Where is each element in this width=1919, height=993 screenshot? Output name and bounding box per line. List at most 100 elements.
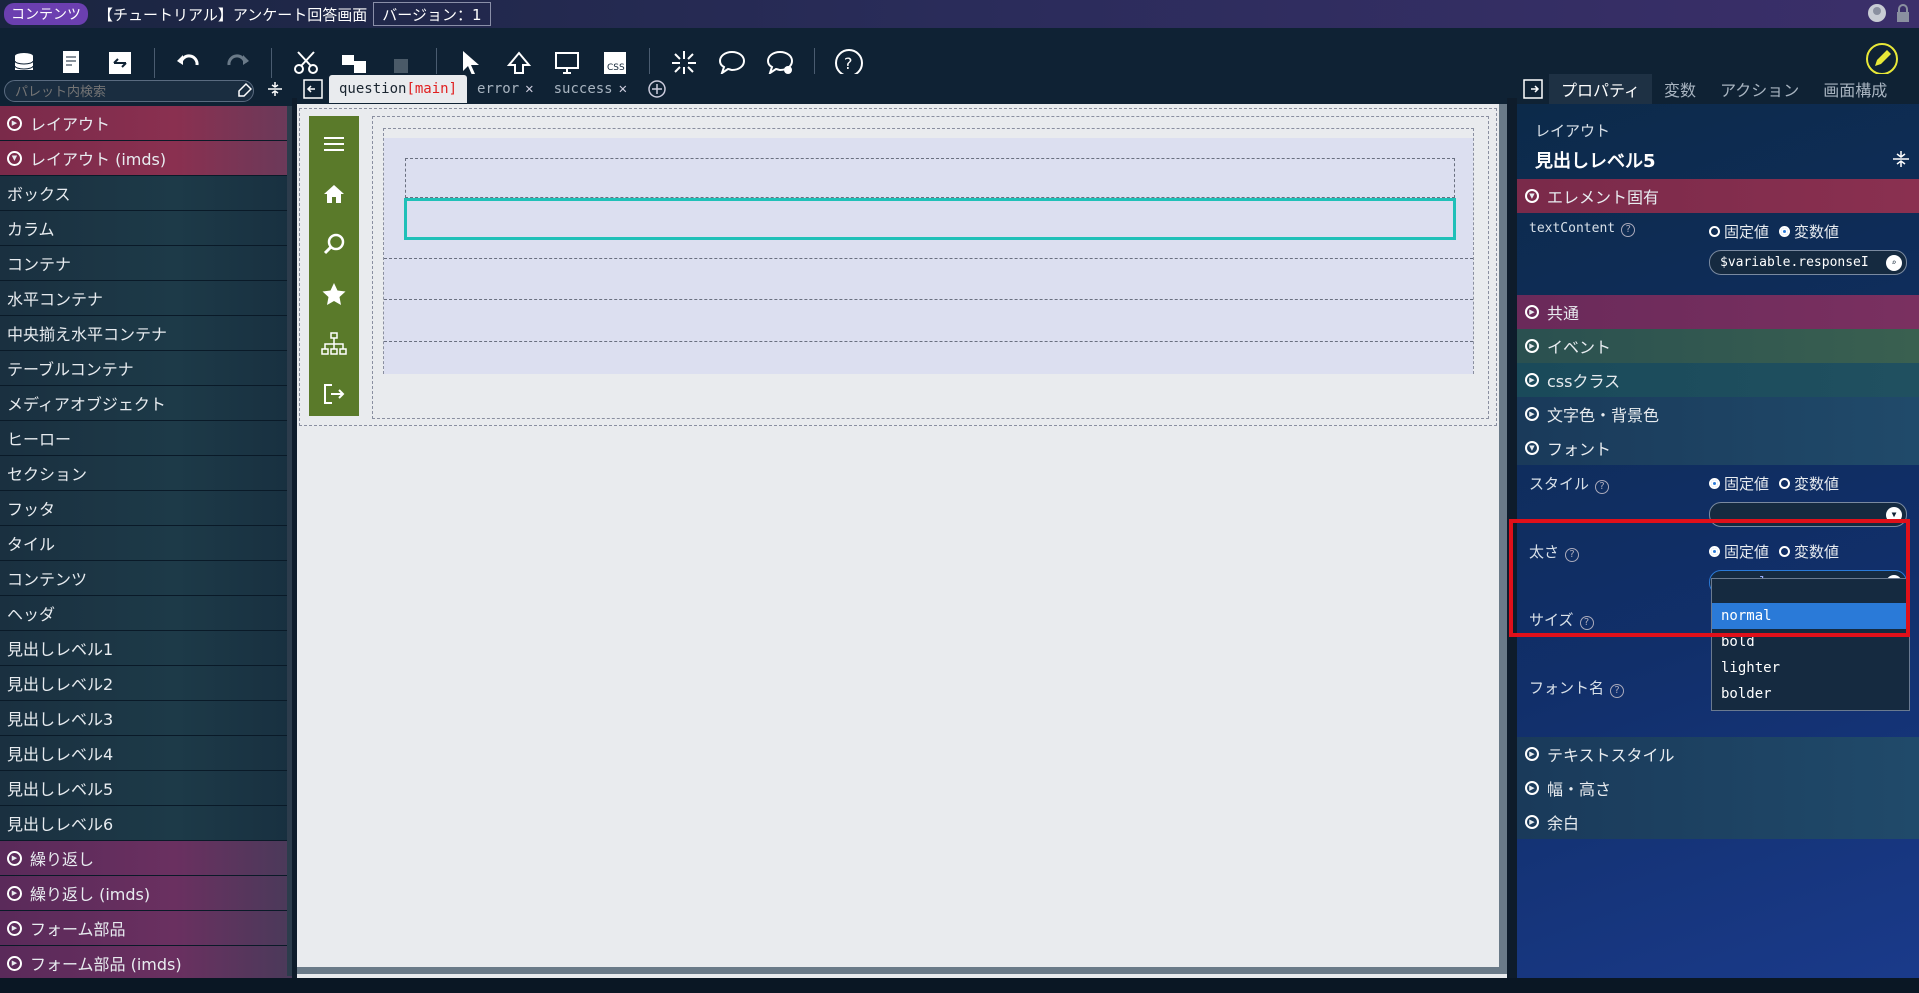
properties-tabs: プロパティ 変数 アクション 画面構成 [1517, 74, 1919, 104]
collapse-all-icon[interactable] [1891, 149, 1911, 169]
option-lighter[interactable]: lighter [1712, 655, 1909, 681]
user-avatar-icon[interactable] [1867, 3, 1887, 23]
canvas-vertical-scrollbar[interactable] [1499, 104, 1507, 974]
element-title: 見出しレベル5 [1517, 147, 1919, 173]
radio-fixed[interactable]: 固定値 [1709, 473, 1769, 494]
palette-item[interactable]: 中央揃え水平コンテナ [0, 316, 292, 351]
palette-item[interactable]: ヘッダ [0, 596, 292, 631]
palette-search-input[interactable] [4, 80, 254, 102]
palette-scrollbar[interactable] [287, 106, 292, 976]
palette-item[interactable]: 見出しレベル6 [0, 806, 292, 841]
palette-item[interactable]: 水平コンテナ [0, 281, 292, 316]
tab-error[interactable]: error ✕ [467, 75, 544, 103]
option-bolder[interactable]: bolder [1712, 681, 1909, 707]
section-common[interactable]: ▶ 共通 [1517, 295, 1919, 329]
tab-properties[interactable]: プロパティ [1549, 74, 1653, 104]
placeholder-row[interactable] [384, 258, 1473, 300]
palette-item[interactable]: 見出しレベル1 [0, 631, 292, 666]
palette-item[interactable]: ヒーロー [0, 421, 292, 456]
section-label: イベント [1547, 338, 1612, 357]
section-margin[interactable]: ▶ 余白 [1517, 805, 1919, 839]
home-icon[interactable] [316, 172, 352, 216]
document-icon[interactable] [54, 45, 90, 81]
panel-collapse-icon[interactable] [1517, 74, 1549, 104]
palette-item[interactable]: タイル [0, 526, 292, 561]
palette-item-label: テーブルコンテナ [7, 360, 134, 379]
canvas-horizontal-scrollbar[interactable] [297, 967, 1507, 974]
radio-fixed[interactable]: 固定値 [1709, 221, 1769, 242]
radio-variable[interactable]: 変数値 [1779, 221, 1839, 242]
palette-item-label: ボックス [7, 185, 71, 204]
palette-category[interactable]: ▶ フォーム部品 [0, 911, 292, 946]
section-label: 余白 [1547, 814, 1580, 833]
selected-heading5[interactable] [404, 198, 1456, 240]
collapse-all-icon[interactable] [266, 80, 284, 98]
transfer-icon[interactable] [102, 45, 138, 81]
db-icon[interactable] [6, 45, 42, 81]
palette-item[interactable]: カラム [0, 211, 292, 246]
placeholder-row[interactable] [384, 300, 1473, 342]
help-icon[interactable]: ? [1595, 479, 1610, 494]
palette-item-label: コンテナ [7, 255, 72, 274]
radio-variable[interactable]: 変数値 [1779, 473, 1839, 494]
palette-item[interactable]: 見出しレベル4 [0, 736, 292, 771]
heading-placeholder[interactable] [405, 158, 1455, 198]
help-icon[interactable]: ? [1610, 683, 1625, 698]
side-nav[interactable] [309, 116, 359, 416]
section-element-specific[interactable]: ▼ エレメント固有 [1517, 179, 1919, 213]
clear-icon[interactable] [236, 80, 252, 98]
palette-item[interactable]: コンテンツ [0, 561, 292, 596]
panel-toggle-icon[interactable] [297, 75, 329, 103]
chevron-right-icon: ▶ [1525, 373, 1539, 387]
palette-item-label: レイアウト (imds) [30, 150, 167, 169]
search-icon[interactable] [316, 222, 352, 266]
palette-category[interactable]: ▶ 繰り返し (imds) [0, 876, 292, 911]
separator [271, 48, 272, 78]
close-icon[interactable]: ✕ [619, 81, 627, 97]
tab-actions[interactable]: アクション [1708, 74, 1811, 104]
palette-item[interactable]: セクション [0, 456, 292, 491]
palette-item[interactable]: 見出しレベル3 [0, 701, 292, 736]
palette-item[interactable]: メディアオブジェクト [0, 386, 292, 421]
tab-variables[interactable]: 変数 [1652, 74, 1708, 104]
section-color[interactable]: ▶ 文字色・背景色 [1517, 397, 1919, 431]
tab-screen-structure[interactable]: 画面構成 [1811, 74, 1899, 104]
tab-success[interactable]: success ✕ [544, 75, 637, 103]
palette-category[interactable]: ▶ フォーム部品 (imds) [0, 946, 292, 981]
palette-item[interactable]: 見出しレベル5 [0, 771, 292, 806]
close-icon[interactable]: ✕ [525, 81, 533, 97]
add-tab-icon[interactable] [637, 75, 677, 103]
tab-question[interactable]: question [main] [329, 75, 468, 103]
design-canvas[interactable] [297, 104, 1507, 974]
palette-category[interactable]: ▶ 繰り返し [0, 841, 292, 876]
palette-category[interactable]: ▶ レイアウト [0, 106, 292, 141]
palette-item[interactable]: フッタ [0, 491, 292, 526]
redo-icon[interactable] [219, 45, 255, 81]
palette-item-label: 水平コンテナ [7, 290, 104, 309]
sitemap-icon[interactable] [316, 322, 352, 366]
chevron-right-icon: ▶ [1525, 305, 1539, 319]
lock-icon[interactable] [1895, 3, 1911, 23]
chevron-right-icon: ▶ [7, 920, 22, 936]
palette-category[interactable]: ▼ レイアウト (imds) [0, 141, 292, 176]
section-css[interactable]: ▶ cssクラス [1517, 363, 1919, 397]
palette-item[interactable]: コンテナ [0, 246, 292, 281]
palette-item-label: レイアウト [30, 115, 111, 134]
section-event[interactable]: ▶ イベント [1517, 329, 1919, 363]
search-icon[interactable]: ⌕ [1886, 254, 1902, 271]
help-icon[interactable]: ? [1621, 222, 1636, 237]
palette-item[interactable]: 見出しレベル2 [0, 666, 292, 701]
undo-icon[interactable] [171, 45, 207, 81]
palette-list: ▶ レイアウト ▼ レイアウト (imds) ボックス カラム コンテナ 水平コンテナ 中央揃え… [0, 106, 292, 981]
star-icon[interactable] [316, 272, 352, 316]
content-badge: コンテンツ [4, 3, 88, 25]
section-font[interactable]: ▼ フォント [1517, 431, 1919, 465]
section-text-style[interactable]: ▶ テキストスタイル [1517, 737, 1919, 771]
logout-icon[interactable] [316, 372, 352, 416]
palette-item[interactable]: テーブルコンテナ [0, 351, 292, 386]
palette-item[interactable]: ボックス [0, 176, 292, 211]
section-width-height[interactable]: ▶ 幅・高さ [1517, 771, 1919, 805]
textcontent-input[interactable]: $variable.responseI ⌕ [1709, 250, 1907, 275]
hamburger-icon[interactable] [316, 122, 352, 166]
chevron-right-icon: ▶ [7, 850, 22, 866]
